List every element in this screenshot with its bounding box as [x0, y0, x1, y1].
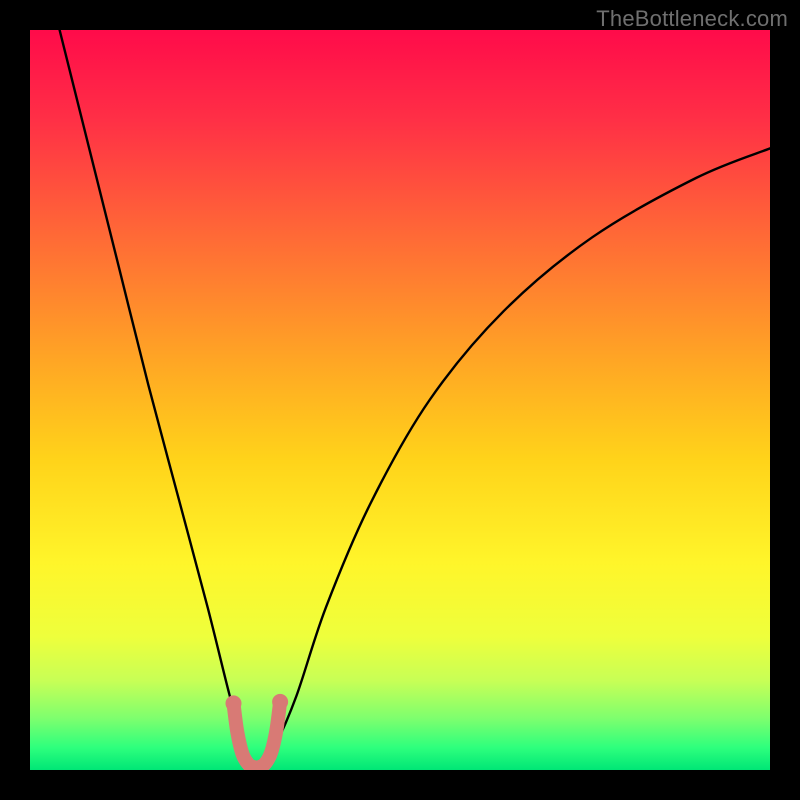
chart-svg: [30, 30, 770, 770]
watermark-text: TheBottleneck.com: [596, 6, 788, 32]
highlight-endpoint-left: [226, 695, 242, 711]
bottleneck-curve: [60, 30, 770, 770]
highlight-endpoint-right: [272, 694, 288, 710]
highlight-segment: [234, 702, 281, 768]
chart-plot-area: [30, 30, 770, 770]
